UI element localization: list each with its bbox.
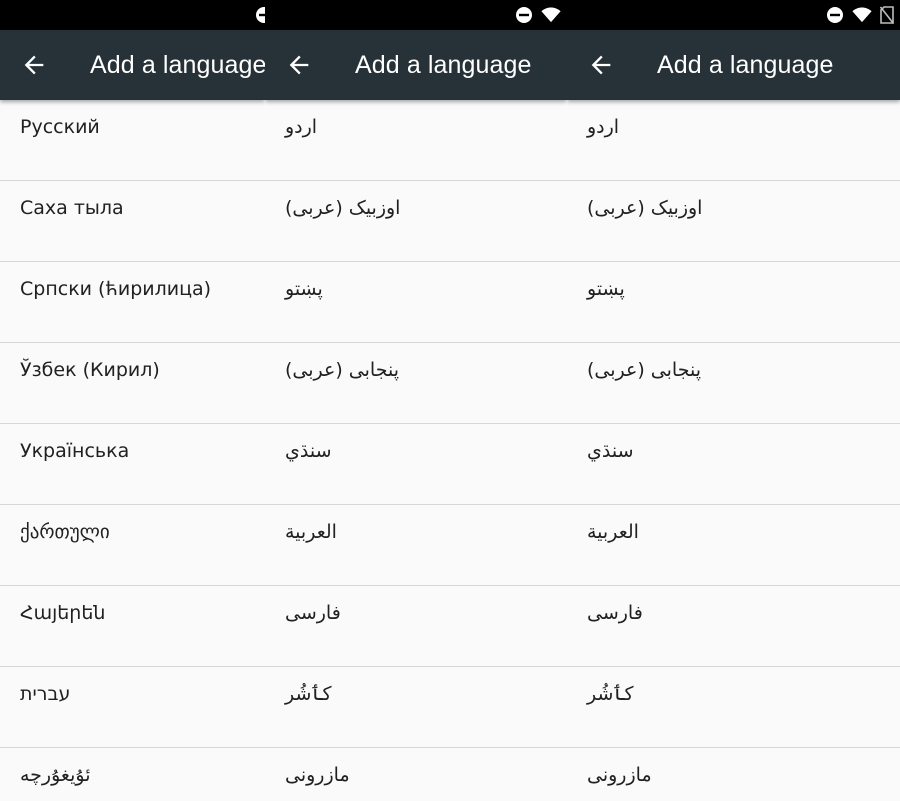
list-item[interactable]: سنڌي xyxy=(567,424,900,505)
status-icons xyxy=(515,6,561,24)
list-item[interactable]: فارسی xyxy=(265,586,567,667)
do-not-disturb-icon xyxy=(827,7,843,23)
list-item[interactable]: اردو xyxy=(265,100,567,181)
list-item[interactable]: العربية xyxy=(567,505,900,586)
language-label: پښتو xyxy=(587,278,625,300)
language-label: Српски (ћирилица) xyxy=(20,278,212,300)
arrow-back-icon[interactable] xyxy=(20,51,48,79)
language-label: עברית xyxy=(20,683,71,705)
language-label: کٲشُر xyxy=(285,683,332,705)
screen-2: Add a language اردو اوزبیک (عربی) پښتو پ… xyxy=(265,0,567,801)
list-item[interactable]: فارسی xyxy=(567,586,900,667)
list-item[interactable]: Ўзбек (Кирил) xyxy=(0,343,265,424)
language-label: مازرونی xyxy=(587,764,652,786)
arrow-back-icon[interactable] xyxy=(285,51,313,79)
screen-1: Add a language Русский Саха тыла Српски … xyxy=(0,0,265,801)
list-item[interactable]: ئۇيغۇرچە xyxy=(0,748,265,801)
do-not-disturb-icon xyxy=(516,7,532,23)
list-item[interactable]: Українська xyxy=(0,424,265,505)
language-label: سنڌي xyxy=(587,440,634,462)
app-bar: Add a language xyxy=(567,30,900,100)
language-label: پښتو xyxy=(285,278,323,300)
language-label: Українська xyxy=(20,440,130,462)
list-item[interactable]: اوزبیک (عربی) xyxy=(567,181,900,262)
language-label: العربية xyxy=(285,521,337,543)
list-item[interactable]: اردو xyxy=(567,100,900,181)
language-label: اوزبیک (عربی) xyxy=(587,197,703,219)
list-item[interactable]: مازرونی xyxy=(567,748,900,801)
language-label: سنڌي xyxy=(285,440,332,462)
list-item[interactable]: Саха тыла xyxy=(0,181,265,262)
language-label: Саха тыла xyxy=(20,197,124,219)
list-item[interactable]: Հայերեն xyxy=(0,586,265,667)
list-item[interactable]: العربية xyxy=(265,505,567,586)
app-bar: Add a language xyxy=(265,30,567,100)
list-item[interactable]: سنڌي xyxy=(265,424,567,505)
wifi-icon xyxy=(852,7,872,23)
status-icons xyxy=(826,6,894,24)
screens-collage: Add a language Русский Саха тыла Српски … xyxy=(0,0,900,801)
list-item[interactable]: پښتو xyxy=(265,262,567,343)
list-item[interactable]: پنجابی (عربی) xyxy=(265,343,567,424)
language-label: فارسی xyxy=(587,602,643,624)
status-icons xyxy=(255,6,265,24)
language-label: مازرونی xyxy=(285,764,350,786)
language-label: ქართული xyxy=(20,521,110,543)
page-title: Add a language xyxy=(355,51,532,79)
language-label: العربية xyxy=(587,521,639,543)
list-item[interactable]: اوزبیک (عربی) xyxy=(265,181,567,262)
status-bar xyxy=(265,0,567,30)
list-item[interactable]: Русский xyxy=(0,100,265,181)
arrow-back-icon[interactable] xyxy=(587,51,615,79)
language-label: Русский xyxy=(20,116,100,138)
language-label: Ўзбек (Кирил) xyxy=(20,359,160,381)
list-item[interactable]: Српски (ћирилица) xyxy=(0,262,265,343)
language-label: پنجابی (عربی) xyxy=(285,359,400,381)
list-item[interactable]: مازرونی xyxy=(265,748,567,801)
status-bar xyxy=(567,0,900,30)
language-label: اردو xyxy=(587,116,620,138)
wifi-icon xyxy=(541,7,561,23)
language-label: اردو xyxy=(285,116,318,138)
language-label: Հայերեն xyxy=(20,602,106,624)
list-item[interactable]: עברית xyxy=(0,667,265,748)
screen-3: Add a language اردو اوزبیک (عربی) پښتو پ… xyxy=(567,0,900,801)
language-label: اوزبیک (عربی) xyxy=(285,197,401,219)
status-bar xyxy=(0,0,265,30)
do-not-disturb-icon xyxy=(256,7,265,23)
list-item[interactable]: کٲشُر xyxy=(265,667,567,748)
list-item[interactable]: پنجابی (عربی) xyxy=(567,343,900,424)
language-label: پنجابی (عربی) xyxy=(587,359,702,381)
list-item[interactable]: پښتو xyxy=(567,262,900,343)
no-sim-icon xyxy=(880,6,894,24)
language-label: ئۇيغۇرچە xyxy=(20,764,91,786)
app-bar: Add a language xyxy=(0,30,265,100)
language-label: فارسی xyxy=(285,602,341,624)
list-item[interactable]: ქართული xyxy=(0,505,265,586)
page-title: Add a language xyxy=(90,51,265,79)
page-title: Add a language xyxy=(657,51,834,79)
language-label: کٲشُر xyxy=(587,683,634,705)
list-item[interactable]: کٲشُر xyxy=(567,667,900,748)
